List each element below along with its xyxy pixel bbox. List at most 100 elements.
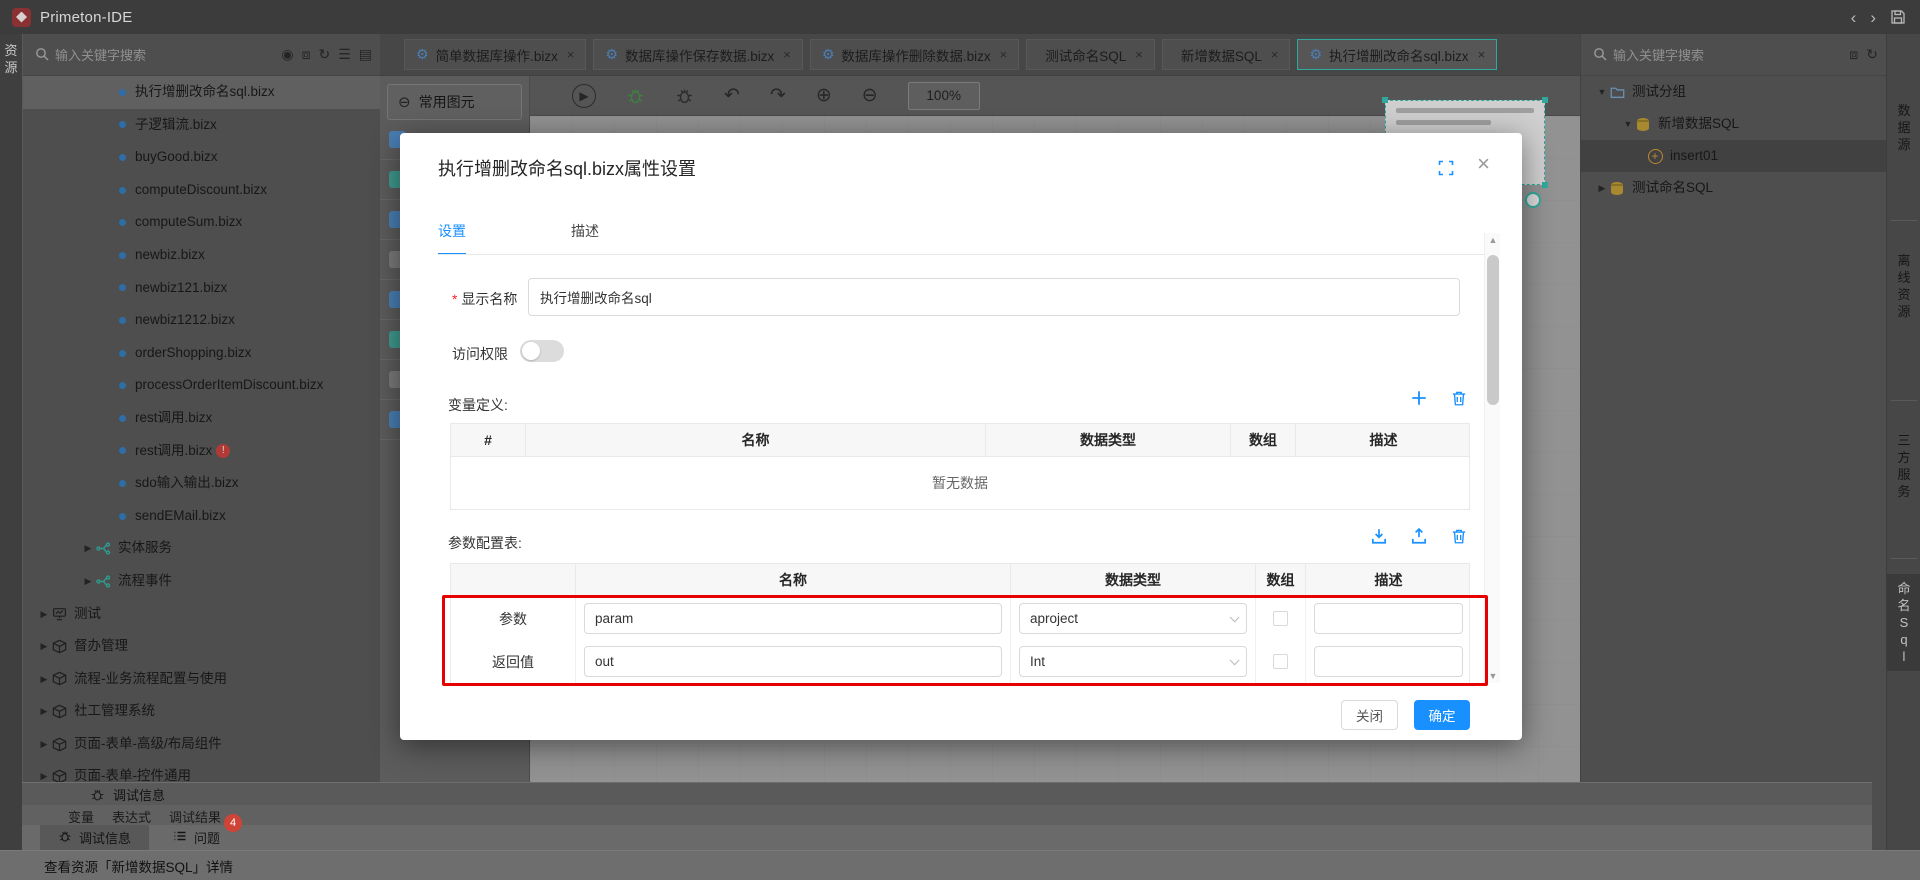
tree-item[interactable]: 子逻辑流.bizx xyxy=(23,109,380,142)
palette-header[interactable]: ⊖ 常用图元 xyxy=(387,84,522,120)
rail-item-resources[interactable]: 资源 xyxy=(0,42,22,76)
ai-icon[interactable]: ◉ xyxy=(281,46,293,63)
expand-arrow-icon[interactable]: ▶ xyxy=(37,598,51,631)
tree-item[interactable]: +insert01 xyxy=(1581,140,1886,172)
tree-item[interactable]: 执行增删改命名sql.bizx xyxy=(23,76,380,109)
bottom-tab[interactable]: 调试信息 xyxy=(40,825,149,850)
debug-subtab[interactable]: 变量 xyxy=(68,805,94,825)
delete-variable-icon[interactable] xyxy=(1450,389,1468,407)
scroll-down-icon[interactable]: ▼ xyxy=(1485,669,1501,683)
tree-item[interactable]: ▶督办管理 xyxy=(23,630,380,663)
fullscreen-icon[interactable] xyxy=(1438,159,1454,176)
expand-arrow-icon[interactable]: ▶ xyxy=(37,728,51,761)
tab-close-icon[interactable]: × xyxy=(567,47,575,62)
tree-item[interactable]: ▶实体服务 xyxy=(23,532,380,565)
tab-close-icon[interactable]: × xyxy=(783,47,791,62)
rail-item[interactable]: 三方服务 xyxy=(1887,426,1920,506)
data-type-select[interactable]: aproject xyxy=(1019,603,1247,634)
tab-close-icon[interactable]: × xyxy=(1478,47,1486,62)
tree-item[interactable]: newbiz1212.bizx xyxy=(23,304,380,337)
rail-item[interactable]: 命名Sql xyxy=(1887,574,1920,671)
array-checkbox[interactable] xyxy=(1273,611,1288,626)
tree-item[interactable]: ▶测试 xyxy=(23,598,380,631)
book-icon[interactable]: ▤ xyxy=(359,46,372,63)
import-icon[interactable] xyxy=(1370,527,1388,545)
expand-arrow-icon[interactable]: ▶ xyxy=(81,532,95,565)
tab-close-icon[interactable]: × xyxy=(1271,47,1279,62)
redo-icon[interactable]: ↷ xyxy=(770,86,786,105)
expand-arrow-icon[interactable]: ▶ xyxy=(37,630,51,663)
editor-tab[interactable]: 新增数据SQL× xyxy=(1162,39,1291,70)
dialog-scrollbar[interactable]: ▲ ▼ xyxy=(1484,233,1500,683)
save-icon[interactable] xyxy=(1890,8,1906,26)
debug-panel-header[interactable]: 调试信息 xyxy=(22,782,1872,805)
tree-item[interactable]: rest调用.bizx xyxy=(23,402,380,435)
tab-close-icon[interactable]: × xyxy=(1000,47,1008,62)
expand-arrow-icon[interactable]: ▼ xyxy=(1595,76,1609,108)
expand-arrow-icon[interactable]: ▼ xyxy=(1621,108,1635,140)
editor-tab[interactable]: ⚙数据库操作保存数据.bizx× xyxy=(593,39,802,70)
refresh-icon[interactable]: ↻ xyxy=(1866,46,1878,63)
tree-item[interactable]: buyGood.bizx xyxy=(23,141,380,174)
new-cube-icon[interactable]: ⧈ xyxy=(302,46,311,63)
debug-subtab[interactable]: 调试结果 xyxy=(169,805,221,825)
zoom-in-icon[interactable]: ⊕ xyxy=(816,86,832,105)
new-cube-icon[interactable]: ⧈ xyxy=(1849,46,1858,63)
tree-item[interactable]: ▶页面-表单-高级/布局组件 xyxy=(23,728,380,761)
refresh-icon[interactable]: ↻ xyxy=(318,46,330,63)
ok-button[interactable]: 确定 xyxy=(1414,700,1470,730)
tree-item[interactable]: newbiz.bizx xyxy=(23,239,380,272)
tree-item[interactable]: computeDiscount.bizx xyxy=(23,174,380,207)
tree-item[interactable]: ▶流程-业务流程配置与使用 xyxy=(23,663,380,696)
expand-arrow-icon[interactable]: ▶ xyxy=(1595,172,1609,204)
search-input[interactable]: 输入关键字搜索 xyxy=(55,45,281,64)
bottom-tab[interactable]: 问题4 xyxy=(155,825,238,850)
rail-item[interactable]: 离线资源 xyxy=(1887,246,1920,326)
tree-item[interactable]: ▶测试命名SQL xyxy=(1581,172,1886,204)
display-name-input[interactable]: 执行增删改命名sql xyxy=(528,278,1460,316)
editor-tab[interactable]: ⚙数据库操作删除数据.bizx× xyxy=(810,39,1019,70)
delete-param-icon[interactable] xyxy=(1450,527,1468,545)
tree-item[interactable]: newbiz121.bizx xyxy=(23,272,380,305)
scroll-up-icon[interactable]: ▲ xyxy=(1485,233,1501,247)
tree-item[interactable]: ▶社工管理系统 xyxy=(23,695,380,728)
tree-item[interactable]: sdo输入输出.bizx xyxy=(23,467,380,500)
debug-run-icon[interactable] xyxy=(626,86,645,105)
run-icon[interactable]: ▶ xyxy=(572,84,596,108)
description-input[interactable] xyxy=(1314,603,1463,634)
search-input[interactable]: 输入关键字搜索 xyxy=(1613,45,1849,64)
tree-item[interactable]: rest调用.bizx! xyxy=(23,435,380,468)
tree-item[interactable]: ▼测试分组 xyxy=(1581,76,1886,108)
array-checkbox[interactable] xyxy=(1273,654,1288,669)
expand-arrow-icon[interactable]: ▶ xyxy=(81,565,95,598)
node-port-handle[interactable] xyxy=(1525,192,1541,208)
data-type-select[interactable]: Int xyxy=(1019,646,1247,677)
expand-arrow-icon[interactable]: ▶ xyxy=(37,663,51,696)
nav-forward-icon[interactable]: › xyxy=(1870,9,1876,26)
close-button[interactable]: 关闭 xyxy=(1341,700,1398,730)
param-name-input[interactable]: param xyxy=(584,603,1002,634)
debug-subtab[interactable]: 表达式 xyxy=(112,805,151,825)
tree-item[interactable]: ▶流程事件 xyxy=(23,565,380,598)
editor-tab[interactable]: 测试命名SQL× xyxy=(1026,39,1155,70)
undo-icon[interactable]: ↶ xyxy=(724,86,740,105)
tree-item[interactable]: sendEMail.bizx xyxy=(23,500,380,533)
description-input[interactable] xyxy=(1314,646,1463,677)
rail-item[interactable]: 数据源 xyxy=(1887,96,1920,159)
nav-back-icon[interactable]: ‹ xyxy=(1851,9,1857,26)
list-icon[interactable]: ☰ xyxy=(338,46,351,63)
close-icon[interactable]: × xyxy=(1477,151,1490,177)
expand-arrow-icon[interactable]: ▶ xyxy=(37,695,51,728)
dialog-tab[interactable]: 设置 xyxy=(438,221,466,255)
access-toggle[interactable] xyxy=(520,340,564,362)
debug-stop-icon[interactable] xyxy=(675,86,694,105)
zoom-level[interactable]: 100% xyxy=(908,82,980,110)
editor-tab[interactable]: ⚙执行增删改命名sql.bizx× xyxy=(1297,39,1497,70)
param-name-input[interactable]: out xyxy=(584,646,1002,677)
export-icon[interactable] xyxy=(1410,527,1428,545)
tree-item[interactable]: computeSum.bizx xyxy=(23,206,380,239)
tree-item[interactable]: orderShopping.bizx xyxy=(23,337,380,370)
editor-tab[interactable]: ⚙简单数据库操作.bizx× xyxy=(404,39,586,70)
scrollbar-thumb[interactable] xyxy=(1487,255,1499,405)
add-variable-icon[interactable] xyxy=(1410,389,1428,407)
